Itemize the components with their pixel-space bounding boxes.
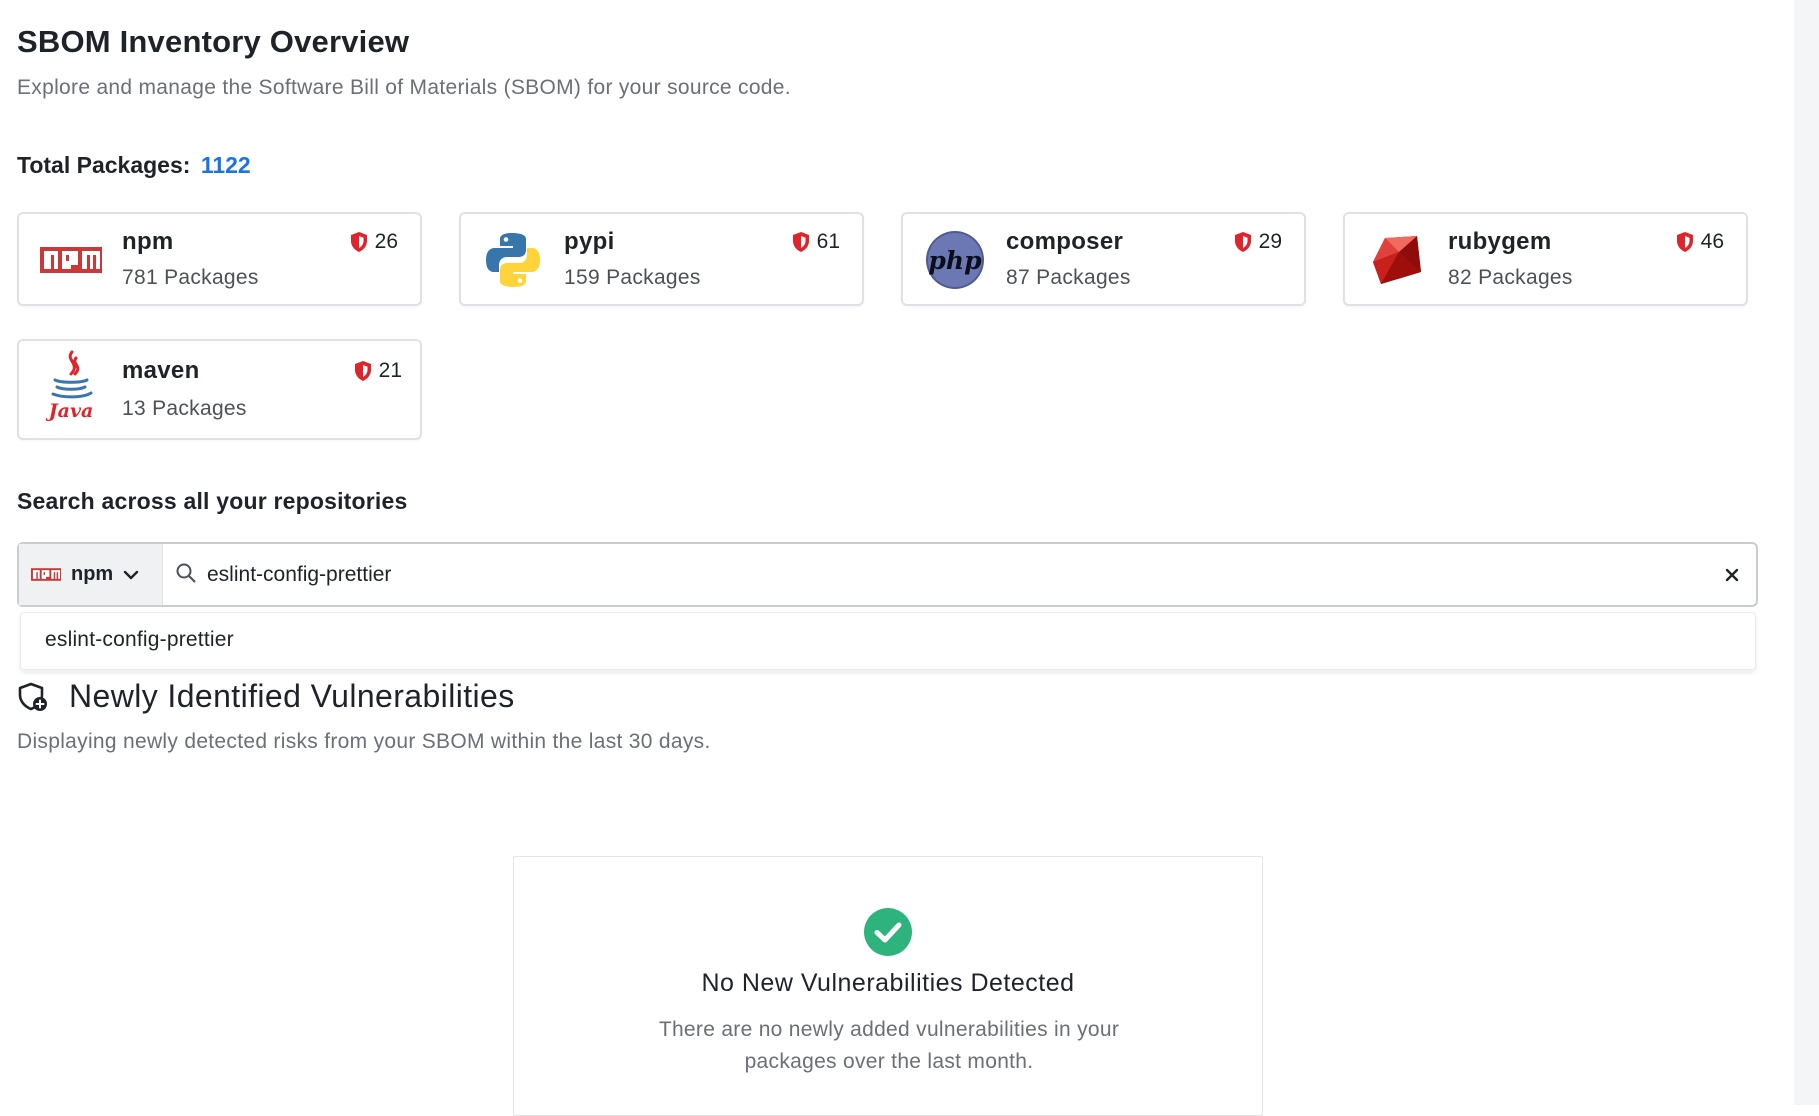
empty-state-description: There are no newly added vulnerabilities… xyxy=(658,1018,1120,1073)
python-logo-icon xyxy=(481,230,545,290)
ecosystem-card-pypi[interactable]: pypi 159 Packages 61 xyxy=(459,212,864,306)
ecosystem-name: maven xyxy=(122,357,200,384)
vulnerability-count: 46 xyxy=(1676,230,1724,254)
close-icon xyxy=(1725,568,1739,581)
ecosystem-card-rubygem[interactable]: rubygem 82 Packages 46 xyxy=(1343,212,1748,306)
npm-logo-icon xyxy=(39,230,103,290)
vulnerability-count: 29 xyxy=(1234,230,1282,254)
vulnerability-count-value: 29 xyxy=(1258,230,1282,253)
svg-text:Java: Java xyxy=(46,400,94,422)
ecosystem-package-count: 159 Packages xyxy=(564,266,701,289)
total-packages-label: Total Packages: xyxy=(17,152,191,178)
shield-icon xyxy=(792,232,809,252)
ecosystem-name: rubygem xyxy=(1448,228,1552,255)
ecosystem-package-count: 13 Packages xyxy=(122,397,247,420)
total-packages-count: 1122 xyxy=(200,152,251,178)
ecosystem-select[interactable]: npm xyxy=(19,544,163,605)
shield-plus-icon xyxy=(18,682,47,711)
ecosystem-package-count: 82 Packages xyxy=(1448,266,1573,289)
vulnerability-count: 21 xyxy=(354,359,402,383)
vulnerability-count-value: 46 xyxy=(1700,230,1724,253)
empty-state-title: No New Vulnerabilities Detected xyxy=(701,969,1075,997)
search-suggestions: eslint-config-prettier xyxy=(20,612,1756,670)
search-heading: Search across all your repositories xyxy=(17,488,408,514)
search-input[interactable] xyxy=(163,543,1708,606)
ecosystem-card-npm[interactable]: npm 781 Packages 26 xyxy=(17,212,422,306)
check-circle-icon xyxy=(864,908,912,956)
ecosystem-card-composer[interactable]: php composer 87 Packages 29 xyxy=(901,212,1306,306)
empty-state: No New Vulnerabilities Detected There ar… xyxy=(513,856,1263,1116)
vulnerability-count: 26 xyxy=(350,230,398,254)
shield-icon xyxy=(1234,232,1251,252)
ecosystem-name: composer xyxy=(1006,228,1124,255)
scrollbar[interactable] xyxy=(1794,0,1819,1105)
shield-icon xyxy=(1676,232,1693,252)
chevron-down-icon xyxy=(124,570,139,579)
ecosystem-package-count: 781 Packages xyxy=(122,266,259,289)
php-logo-icon: php xyxy=(923,230,987,290)
search-icon xyxy=(176,563,196,583)
total-packages: Total Packages: 1122 xyxy=(17,152,251,179)
page-subtitle: Explore and manage the Software Bill of … xyxy=(17,76,791,99)
vulnerability-count-value: 26 xyxy=(374,230,398,253)
vulnerability-count-value: 61 xyxy=(816,230,840,253)
sbom-page: SBOM Inventory Overview Explore and mana… xyxy=(0,0,1794,1116)
java-logo-icon: Java xyxy=(39,350,103,422)
ecosystem-select-value: npm xyxy=(71,563,114,585)
vulnerability-count: 61 xyxy=(792,230,840,254)
shield-icon xyxy=(354,361,371,381)
search-field xyxy=(163,543,1708,606)
vulnerability-count-value: 21 xyxy=(378,359,402,382)
page-title: SBOM Inventory Overview xyxy=(17,24,410,59)
repository-search: npm xyxy=(17,542,1758,607)
clear-search-button[interactable] xyxy=(1708,544,1756,605)
shield-icon xyxy=(350,232,367,252)
npm-logo-icon xyxy=(31,568,61,581)
ecosystem-package-count: 87 Packages xyxy=(1006,266,1131,289)
vulnerabilities-subtitle: Displaying newly detected risks from you… xyxy=(17,730,711,753)
vulnerabilities-heading: Newly Identified Vulnerabilities xyxy=(17,678,515,715)
suggestion-item[interactable]: eslint-config-prettier xyxy=(45,628,234,652)
ecosystem-name: pypi xyxy=(564,228,615,255)
vulnerabilities-title: Newly Identified Vulnerabilities xyxy=(69,678,515,714)
ecosystem-card-maven[interactable]: Java maven 13 Packages 21 xyxy=(17,339,422,440)
ecosystem-name: npm xyxy=(122,228,174,255)
ruby-logo-icon xyxy=(1365,230,1429,290)
svg-text:php: php xyxy=(928,246,982,275)
